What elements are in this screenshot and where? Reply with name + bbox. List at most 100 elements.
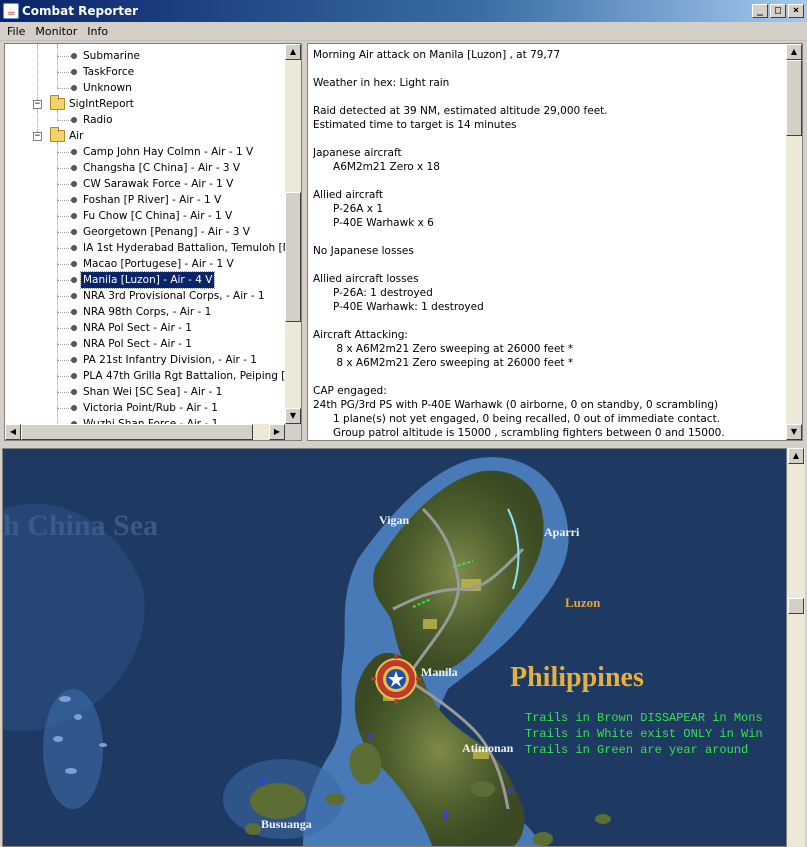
tree-item[interactable]: TaskForce — [5, 64, 285, 80]
tree-item[interactable]: IA 1st Hyderabad Battalion, Temuloh [Mal… — [5, 240, 285, 256]
scroll-down-button[interactable]: ▼ — [786, 424, 802, 440]
tree-guide-line — [57, 344, 71, 345]
tree-item[interactable]: NRA 3rd Provisional Corps, - Air - 1 — [5, 288, 285, 304]
tree-guide-line — [57, 360, 71, 361]
report-line: P-40E Warhawk x 6 — [313, 217, 434, 229]
map-label-philippines: Philippines — [510, 662, 644, 693]
maximize-button[interactable]: □ — [770, 4, 786, 18]
tree-item-label: PLA 47th Grilla Rgt Battalion, Peiping [… — [83, 370, 285, 382]
tree-vertical-scrollbar[interactable]: ▲ ▼ — [285, 44, 301, 424]
title-bar: ☕ Combat Reporter _ □ × — [0, 0, 807, 22]
tree-item[interactable]: Victoria Point/Rub - Air - 1 — [5, 400, 285, 416]
tree-item[interactable]: Changsha [C China] - Air - 3 V — [5, 160, 285, 176]
tree-item[interactable]: Shan Wei [SC Sea] - Air - 1 — [5, 384, 285, 400]
unit-marker[interactable]: F — [260, 777, 266, 788]
tree-guide-line — [57, 184, 71, 185]
report-line: Weather in hex: Light rain — [313, 77, 450, 89]
tree-item[interactable]: Georgetown [Penang] - Air - 3 V — [5, 224, 285, 240]
unit-marker[interactable]: F — [508, 787, 514, 798]
tree-item[interactable]: NRA 98th Corps, - Air - 1 — [5, 304, 285, 320]
scroll-up-button[interactable]: ▲ — [285, 44, 301, 60]
scroll-up-button[interactable]: ▲ — [788, 448, 804, 464]
bullet-icon — [71, 213, 77, 219]
tree-item-label: Radio — [83, 114, 113, 126]
map-label-aparri: Aparri — [544, 525, 580, 539]
bullet-icon — [71, 117, 77, 123]
report-line: No Japanese losses — [313, 245, 414, 257]
unit-marker[interactable]: F — [443, 811, 449, 822]
report-line: 24th PG/3rd PS with P-40E Warhawk (0 air… — [313, 399, 719, 411]
map-label-atimonan: Atimonan — [462, 741, 514, 755]
tree-horizontal-scrollbar[interactable]: ◀ ▶ — [5, 424, 285, 440]
tree-guide-line — [57, 280, 71, 281]
tree-item-label: Foshan [P River] - Air - 1 V — [83, 194, 222, 206]
scroll-left-button[interactable]: ◀ — [5, 424, 21, 440]
report-line: Japanese aircraft — [313, 147, 402, 159]
tree-item[interactable]: CW Sarawak Force - Air - 1 V — [5, 176, 285, 192]
map-vertical-scrollbar[interactable]: ▲ — [787, 448, 805, 847]
tree-item[interactable]: Unknown — [5, 80, 285, 96]
map-label-vigan: Vigan — [379, 513, 410, 527]
trail-legend-green: Trails in Green are year around — [525, 743, 749, 757]
collapse-icon[interactable]: − — [33, 100, 42, 109]
tree-item[interactable]: Radio — [5, 112, 285, 128]
close-button[interactable]: × — [788, 4, 804, 18]
bullet-icon — [71, 245, 77, 251]
tree-guide-line — [57, 248, 71, 249]
tree-item-label: Victoria Point/Rub - Air - 1 — [83, 402, 218, 414]
tree-item[interactable]: NRA Pol Sect - Air - 1 — [5, 336, 285, 352]
tree-item-label: NRA 3rd Provisional Corps, - Air - 1 — [83, 290, 265, 302]
tree-item[interactable]: Manila [Luzon] - Air - 4 V — [5, 271, 285, 289]
tree-folder-sigintreport[interactable]: − SigIntReport — [5, 95, 285, 112]
scroll-thumb[interactable] — [788, 598, 804, 614]
tree-guide-line — [57, 88, 71, 89]
tree-item[interactable]: Submarine — [5, 48, 285, 64]
report-vertical-scrollbar[interactable]: ▲ ▼ — [786, 44, 802, 440]
report-line: Allied aircraft — [313, 189, 383, 201]
tree-item[interactable]: PA 21st Infantry Division, - Air - 1 — [5, 352, 285, 368]
tree-item-label: Wuzhi Shan Force - Air - 1 — [83, 418, 219, 424]
map-view[interactable]: h China Sea Vigan Aparri Luzon Manila Ph… — [2, 448, 787, 847]
report-line: P-26A x 1 — [313, 203, 384, 215]
tree-guide-line — [57, 232, 71, 233]
tree-item[interactable]: Camp John Hay Colmn - Air - 1 V — [5, 144, 285, 160]
tree-item[interactable]: PLA 47th Grilla Rgt Battalion, Peiping [… — [5, 368, 285, 384]
tree-item-label: Submarine — [83, 50, 140, 62]
report-line — [313, 230, 782, 244]
minimize-button[interactable]: _ — [752, 4, 768, 18]
unit-marker[interactable]: F — [368, 733, 374, 744]
scroll-down-button[interactable]: ▼ — [285, 408, 301, 424]
tree-item[interactable]: Macao [Portugese] - Air - 1 V — [5, 256, 285, 272]
window-title: Combat Reporter — [22, 4, 139, 18]
bullet-icon — [71, 325, 77, 331]
scroll-thumb[interactable] — [786, 60, 802, 136]
bullet-icon — [71, 229, 77, 235]
trail-legend-white: Trails in White exist ONLY in Win — [525, 727, 763, 741]
tree-guide-line — [57, 72, 71, 73]
menu-file[interactable]: File — [2, 25, 30, 38]
tree-item[interactable]: NRA Pol Sect - Air - 1 — [5, 320, 285, 336]
scroll-thumb[interactable] — [21, 424, 253, 440]
scroll-right-button[interactable]: ▶ — [269, 424, 285, 440]
report-line: P-26A: 1 destroyed — [313, 287, 433, 299]
tree-item[interactable]: Wuzhi Shan Force - Air - 1 — [5, 416, 285, 424]
report-tree-panel: Submarine TaskForce Unknown − SigIntReport Ra… — [4, 43, 302, 441]
scroll-up-button[interactable]: ▲ — [786, 44, 802, 60]
report-line — [313, 314, 782, 328]
menu-monitor[interactable]: Monitor — [30, 25, 82, 38]
collapse-icon[interactable]: − — [33, 132, 42, 141]
tree-item-label: NRA 98th Corps, - Air - 1 — [83, 306, 212, 318]
horizontal-splitter[interactable] — [0, 441, 807, 448]
menu-info[interactable]: Info — [82, 25, 113, 38]
report-line: Estimated time to target is 14 minutes — [313, 119, 517, 131]
tree-guide-line — [57, 296, 71, 297]
report-line: CAP engaged: — [313, 385, 387, 397]
report-line: P-40E Warhawk: 1 destroyed — [313, 301, 484, 313]
tree-item[interactable]: Foshan [P River] - Air - 1 V — [5, 192, 285, 208]
scroll-thumb[interactable] — [285, 192, 301, 322]
tree-folder-air[interactable]: − Air — [5, 127, 285, 144]
tree-item-label: IA 1st Hyderabad Battalion, Temuloh [Mal… — [83, 242, 285, 254]
tree-item-label: Fu Chow [C China] - Air - 1 V — [83, 210, 233, 222]
tree-item[interactable]: Fu Chow [C China] - Air - 1 V — [5, 208, 285, 224]
map-label-busuanga: Busuanga — [261, 817, 312, 831]
